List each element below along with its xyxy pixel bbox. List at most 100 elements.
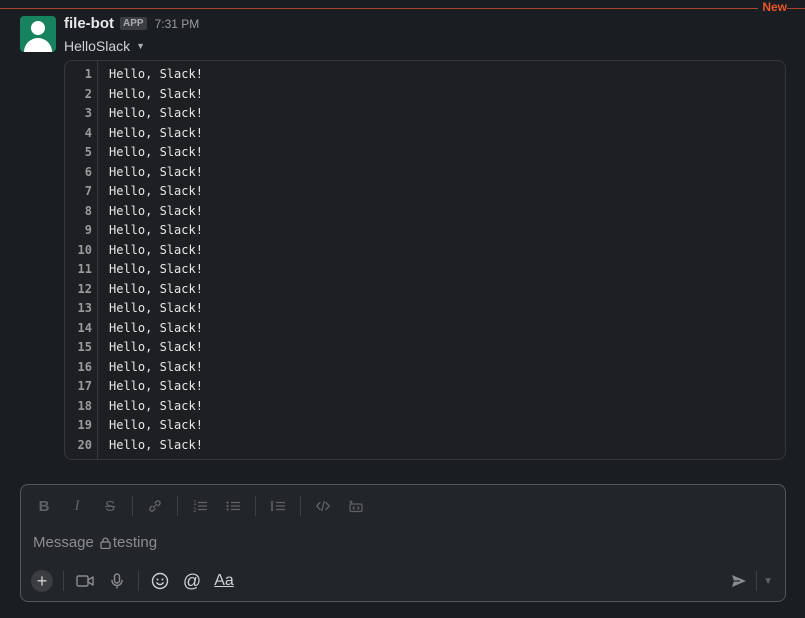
line-number: 19 (77, 418, 92, 432)
avatar-body-shape (24, 38, 52, 52)
code-line-text: Hello, Slack! (109, 67, 203, 81)
code-line-text: Hello, Slack! (109, 203, 203, 218)
code-line-text: Hello, Slack! (109, 125, 203, 140)
code-line-text: Hello, Slack! (109, 145, 203, 159)
code-line-text: Hello, Slack! (109, 184, 203, 198)
code-line: 16 Hello, Slack! (65, 358, 785, 378)
code-line: 7 Hello, Slack! (65, 182, 785, 202)
toolbar-divider (255, 496, 256, 516)
code-line: 17 Hello, Slack! (65, 377, 785, 397)
mention-icon[interactable]: @ (181, 570, 203, 592)
svg-text:1: 1 (193, 500, 197, 507)
formatting-toolbar: B I S 12 (33, 495, 378, 517)
message-timestamp[interactable]: 7:31 PM (155, 17, 200, 31)
send-icon[interactable] (728, 570, 750, 592)
line-number: 6 (84, 164, 92, 179)
line-number: 16 (77, 359, 92, 374)
code-line: 20 Hello, Slack! (65, 436, 785, 456)
line-number: 9 (84, 223, 92, 237)
code-line-text: Hello, Slack! (109, 418, 203, 432)
video-icon[interactable] (74, 570, 96, 592)
line-number: 11 (77, 262, 92, 276)
file-title: HelloSlack (64, 38, 131, 54)
message-placeholder-prefix: Message (33, 534, 94, 551)
composer-actions: + @ Aa (31, 570, 245, 592)
emoji-icon[interactable] (149, 570, 171, 592)
code-line: 18 Hello, Slack! (65, 397, 785, 417)
sender-name[interactable]: file-bot (64, 15, 114, 32)
line-number: 10 (77, 242, 92, 257)
code-line: 19 Hello, Slack! (65, 416, 785, 436)
line-number: 5 (84, 145, 92, 159)
line-number: 15 (77, 340, 92, 354)
chevron-down-icon: ▼ (136, 41, 146, 51)
bold-icon[interactable]: B (33, 495, 55, 517)
message-input[interactable]: Message testing (33, 534, 157, 551)
lock-icon (100, 536, 111, 549)
line-number: 14 (77, 320, 92, 335)
code-line-text: Hello, Slack! (109, 262, 203, 276)
code-line: 5 Hello, Slack! (65, 143, 785, 163)
toolbar-divider (177, 496, 178, 516)
code-line-text: Hello, Slack! (109, 164, 203, 179)
send-controls: ▼ (728, 570, 773, 592)
code-line-text: Hello, Slack! (109, 106, 203, 120)
toolbar-divider (132, 496, 133, 516)
code-block-icon[interactable] (345, 495, 367, 517)
code-line: 13 Hello, Slack! (65, 299, 785, 319)
toolbar-divider (300, 496, 301, 516)
line-number: 1 (84, 67, 92, 81)
code-line-text: Hello, Slack! (109, 86, 203, 101)
blockquote-icon[interactable] (267, 495, 289, 517)
bulleted-list-icon[interactable] (222, 495, 244, 517)
code-line-text: Hello, Slack! (109, 359, 203, 374)
code-line: 9 Hello, Slack! (65, 221, 785, 241)
code-snippet: 1 Hello, Slack! 2 Hello, Slack! 3 Hello, Slac… (64, 60, 786, 460)
new-messages-label: New (758, 0, 787, 14)
line-number: 3 (84, 106, 92, 120)
formatting-icon[interactable]: Aa (213, 570, 235, 592)
svg-text:2: 2 (193, 507, 197, 514)
message-header: file-bot APP 7:31 PM (64, 15, 199, 32)
line-number: 12 (77, 281, 92, 296)
code-icon[interactable] (312, 495, 334, 517)
message-composer: B I S 12 Message testing + @ Aa ▼ (20, 484, 786, 602)
code-line: 10 Hello, Slack! (65, 241, 785, 261)
plus-icon[interactable]: + (31, 570, 53, 592)
code-line: 15 Hello, Slack! (65, 338, 785, 358)
code-line-text: Hello, Slack! (109, 242, 203, 257)
ordered-list-icon[interactable]: 12 (189, 495, 211, 517)
new-messages-divider (0, 8, 805, 9)
code-line-text: Hello, Slack! (109, 223, 203, 237)
code-line-text: Hello, Slack! (109, 340, 203, 354)
line-number: 7 (84, 184, 92, 198)
code-line: 2 Hello, Slack! (65, 85, 785, 105)
line-number: 18 (77, 398, 92, 413)
code-line-text: Hello, Slack! (109, 320, 203, 335)
code-line: 3 Hello, Slack! (65, 104, 785, 124)
actions-divider (138, 571, 139, 591)
code-line: 6 Hello, Slack! (65, 163, 785, 183)
file-title-toggle[interactable]: HelloSlack ▼ (64, 38, 145, 54)
code-line-text: Hello, Slack! (109, 437, 203, 452)
actions-divider (63, 571, 64, 591)
code-line: 8 Hello, Slack! (65, 202, 785, 222)
send-divider (756, 571, 758, 591)
strikethrough-icon[interactable]: S (99, 495, 121, 517)
code-line: 14 Hello, Slack! (65, 319, 785, 339)
code-line-text: Hello, Slack! (109, 379, 203, 393)
code-line-text: Hello, Slack! (109, 301, 203, 315)
code-line: 11 Hello, Slack! (65, 260, 785, 280)
chevron-down-icon[interactable]: ▼ (763, 576, 773, 587)
microphone-icon[interactable] (106, 570, 128, 592)
code-line-text: Hello, Slack! (109, 281, 203, 296)
link-icon[interactable] (144, 495, 166, 517)
line-number: 20 (77, 437, 92, 452)
line-number: 2 (84, 86, 92, 101)
line-number: 13 (77, 301, 92, 315)
avatar[interactable] (20, 16, 56, 52)
italic-icon[interactable]: I (66, 495, 88, 517)
avatar-head-shape (31, 21, 45, 35)
line-number: 4 (84, 125, 92, 140)
code-line: 4 Hello, Slack! (65, 124, 785, 144)
